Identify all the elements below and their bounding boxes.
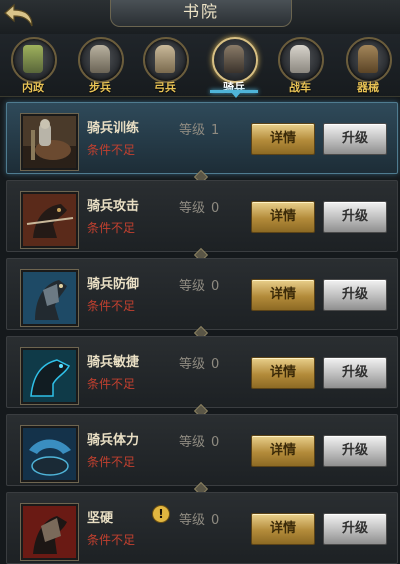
level-label: 等级 [179, 279, 206, 294]
detail-button[interactable]: 详情 [251, 201, 315, 233]
tech-condition: 条件不足 [87, 221, 136, 235]
tab-internal-affairs[interactable]: 内政 [3, 37, 63, 95]
tech-condition: 条件不足 [87, 377, 136, 391]
tab-figure [224, 45, 244, 73]
level-label: 等级 [179, 513, 206, 528]
cavalry-attack-icon [20, 191, 79, 249]
tech-row-cavalry-attack[interactable]: 骑兵攻击 条件不足 等级 0 详情 升级 [6, 180, 398, 252]
tab-archer[interactable]: 弓兵 [135, 37, 195, 95]
tech-name: 坚硬 [87, 511, 114, 526]
tech-level: 等级 1 [179, 119, 219, 138]
cavalry-agility-icon [20, 347, 79, 405]
tab-figure [23, 45, 43, 73]
level-value: 1 [211, 123, 220, 138]
tech-level: 等级 0 [179, 353, 219, 372]
tech-level: 等级 0 [179, 197, 219, 216]
tab-infantry[interactable]: 步兵 [70, 37, 130, 95]
upgrade-button[interactable]: 升级 [323, 123, 387, 155]
tech-row-cavalry-defense[interactable]: 骑兵防御 条件不足 等级 0 详情 升级 [6, 258, 398, 330]
tech-name: 骑兵训练 [87, 121, 140, 136]
level-value: 0 [211, 513, 220, 528]
tech-list: 骑兵训练 条件不足 等级 1 详情 升级 骑兵攻击 条件不足 等级 0 详情 升级 [0, 98, 400, 564]
level-label: 等级 [179, 123, 206, 138]
tab-siege[interactable]: 器械 [338, 37, 398, 95]
level-value: 0 [211, 357, 220, 372]
level-value: 0 [211, 279, 220, 294]
tab-label: 内政 [22, 81, 44, 94]
warning-icon[interactable]: ! [152, 505, 170, 523]
tab-label: 战车 [289, 81, 311, 94]
tech-row-cavalry-training[interactable]: 骑兵训练 条件不足 等级 1 详情 升级 [6, 102, 398, 174]
detail-button[interactable]: 详情 [251, 357, 315, 389]
tab-figure [290, 45, 310, 73]
tech-level: 等级 0 [179, 509, 219, 528]
level-label: 等级 [179, 357, 206, 372]
tech-level: 等级 0 [179, 275, 219, 294]
tech-row-cavalry-agility[interactable]: 骑兵敏捷 条件不足 等级 0 详情 升级 [6, 336, 398, 408]
tech-level: 等级 0 [179, 431, 219, 450]
level-label: 等级 [179, 201, 206, 216]
detail-button[interactable]: 详情 [251, 513, 315, 545]
tab-label: 弓兵 [154, 81, 176, 94]
tab-figure [90, 45, 110, 73]
back-arrow-icon[interactable] [2, 2, 38, 30]
detail-button[interactable]: 详情 [251, 279, 315, 311]
tech-name: 骑兵体力 [87, 433, 140, 448]
cavalry-training-icon [20, 113, 79, 171]
tech-condition: 条件不足 [87, 533, 136, 547]
tech-name: 骑兵攻击 [87, 199, 140, 214]
tech-name: 骑兵防御 [87, 277, 140, 292]
cavalry-stamina-icon [20, 425, 79, 483]
upgrade-button[interactable]: 升级 [323, 357, 387, 389]
tab-label: 器械 [357, 81, 379, 94]
detail-button[interactable]: 详情 [251, 435, 315, 467]
top-bar: 书院 [0, 0, 400, 35]
cavalry-defense-icon [20, 269, 79, 327]
page-title: 书院 [110, 0, 292, 27]
upgrade-button[interactable]: 升级 [323, 513, 387, 545]
tab-figure [358, 45, 378, 73]
tech-condition: 条件不足 [87, 455, 136, 469]
tab-cavalry[interactable]: 骑兵 [204, 37, 264, 95]
tech-condition: 条件不足 [87, 299, 136, 313]
tab-chariot[interactable]: 战车 [270, 37, 330, 95]
tech-condition: 条件不足 [87, 143, 136, 157]
tech-name: 骑兵敏捷 [87, 355, 140, 370]
hardness-icon [20, 503, 79, 561]
detail-button[interactable]: 详情 [251, 123, 315, 155]
level-value: 0 [211, 201, 220, 216]
upgrade-button[interactable]: 升级 [323, 435, 387, 467]
level-label: 等级 [179, 435, 206, 450]
category-tabs: 内政 步兵 弓兵 骑兵 战车 器械 [0, 34, 400, 97]
tech-row-hardness[interactable]: 坚硬 ! 条件不足 等级 0 详情 升级 [6, 492, 398, 564]
tech-row-cavalry-stamina[interactable]: 骑兵体力 条件不足 等级 0 详情 升级 [6, 414, 398, 486]
upgrade-button[interactable]: 升级 [323, 279, 387, 311]
level-value: 0 [211, 435, 220, 450]
tab-figure [155, 45, 175, 73]
upgrade-button[interactable]: 升级 [323, 201, 387, 233]
tab-label: 步兵 [89, 81, 111, 94]
